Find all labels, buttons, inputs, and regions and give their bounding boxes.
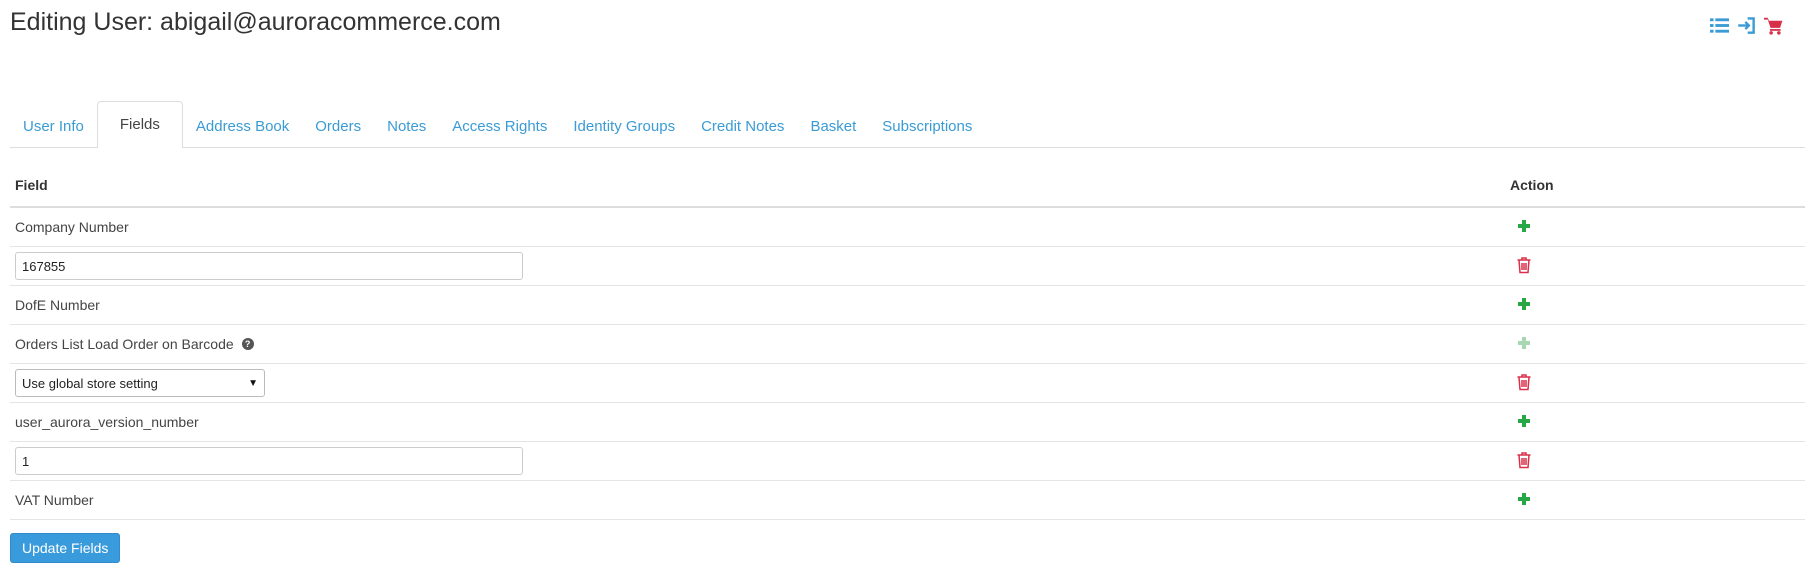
table-row: user_aurora_version_number bbox=[10, 402, 1805, 442]
tab-user-info[interactable]: User Info bbox=[10, 104, 97, 148]
tab-basket[interactable]: Basket bbox=[797, 104, 869, 148]
fields-table: Field Action Company Number 167855 DofE … bbox=[10, 168, 1805, 520]
update-fields-button[interactable]: Update Fields bbox=[10, 533, 121, 563]
action-column-header: Action bbox=[1505, 168, 1805, 208]
list-icon[interactable] bbox=[1710, 16, 1729, 35]
table-row: Orders List Load Order on Barcode? bbox=[10, 324, 1805, 364]
field-label: Company Number bbox=[10, 206, 1505, 247]
header-actions bbox=[1710, 16, 1783, 35]
add-icon[interactable] bbox=[1516, 217, 1532, 235]
page-title: Editing User: abigail@auroracommerce.com bbox=[10, 8, 501, 36]
tab-address-book[interactable]: Address Book bbox=[183, 104, 302, 148]
tab-bar: User Info Fields Address Book Orders Not… bbox=[10, 101, 1805, 148]
version-number-input[interactable] bbox=[15, 447, 523, 475]
tab-access-rights[interactable]: Access Rights bbox=[439, 104, 560, 148]
login-icon[interactable] bbox=[1737, 16, 1756, 35]
tab-orders[interactable]: Orders bbox=[302, 104, 374, 148]
field-label: Orders List Load Order on Barcode bbox=[15, 336, 234, 352]
select-value: Use global store setting bbox=[22, 375, 158, 391]
tab-identity-groups[interactable]: Identity Groups bbox=[560, 104, 688, 148]
help-icon[interactable]: ? bbox=[241, 338, 254, 351]
trash-icon[interactable] bbox=[1516, 451, 1532, 469]
table-row: Company Number bbox=[10, 206, 1805, 247]
tab-credit-notes[interactable]: Credit Notes bbox=[688, 104, 797, 148]
add-icon[interactable] bbox=[1516, 295, 1532, 313]
field-label: VAT Number bbox=[10, 480, 1505, 520]
field-label: DofE Number bbox=[10, 285, 1505, 325]
field-column-header: Field bbox=[10, 168, 1505, 208]
add-icon[interactable] bbox=[1516, 490, 1532, 508]
caret-down-icon: ▼ bbox=[248, 377, 258, 389]
add-icon-disabled bbox=[1516, 334, 1532, 352]
company-number-input[interactable] bbox=[15, 252, 523, 280]
table-row: VAT Number bbox=[10, 480, 1805, 520]
table-row bbox=[10, 246, 1805, 286]
table-row bbox=[10, 441, 1805, 481]
table-header-row: Field Action bbox=[10, 168, 1805, 208]
tab-notes[interactable]: Notes bbox=[374, 104, 439, 148]
trash-icon[interactable] bbox=[1516, 256, 1532, 274]
trash-icon[interactable] bbox=[1516, 373, 1532, 391]
table-row: DofE Number bbox=[10, 285, 1805, 325]
tab-subscriptions[interactable]: Subscriptions bbox=[869, 104, 985, 148]
field-label: user_aurora_version_number bbox=[10, 402, 1505, 442]
tab-fields[interactable]: Fields bbox=[96, 101, 183, 148]
cart-icon[interactable] bbox=[1764, 16, 1783, 35]
table-row: Use global store setting ▼ bbox=[10, 363, 1805, 403]
orders-list-load-select[interactable]: Use global store setting ▼ bbox=[15, 369, 265, 397]
add-icon[interactable] bbox=[1516, 412, 1532, 430]
